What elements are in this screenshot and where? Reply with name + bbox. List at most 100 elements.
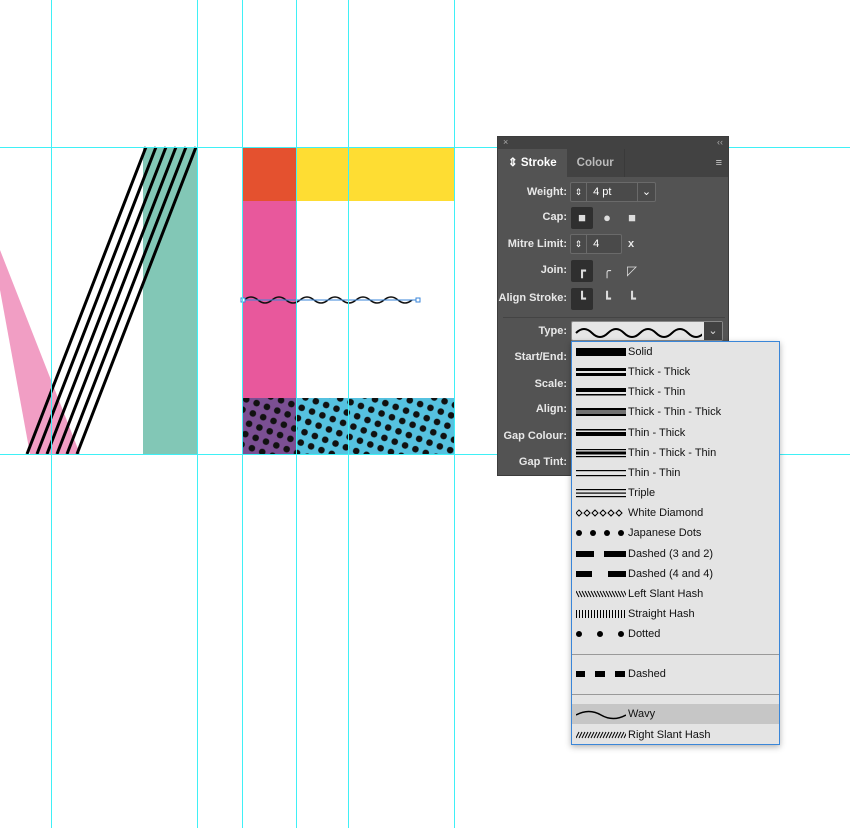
align-center-icon[interactable]: ┗: [571, 288, 593, 310]
align-stroke-label: Align Stroke:: [498, 292, 567, 304]
triple-swatch-icon: [576, 489, 626, 498]
dropdown-item[interactable]: Straight Hash: [572, 604, 779, 624]
mitre-suffix: x: [628, 238, 635, 250]
weight-row: Weight: ⇕ 4 pt ⌄: [498, 182, 730, 204]
dropdown-item[interactable]: Wavy: [572, 704, 779, 725]
dropdown-item[interactable]: Thin - Thick - Thin: [572, 443, 779, 463]
ttt-swatch-icon: [576, 408, 626, 417]
dropdown-item[interactable]: Dashed (3 and 2): [572, 544, 779, 564]
letter-v: [0, 146, 198, 455]
dropdown-item[interactable]: Thick - Thin: [572, 382, 779, 402]
tk-swatch-icon: [576, 388, 626, 396]
d32-swatch-icon: [576, 550, 626, 557]
weight-field[interactable]: ⇕ 4 pt ⌄: [570, 182, 656, 202]
jdots-swatch-icon: [576, 530, 624, 537]
dropdown-item-label: Dashed (4 and 4): [628, 567, 713, 580]
align-inside-icon[interactable]: ┗: [596, 288, 618, 310]
tn-swatch-icon: [576, 428, 626, 436]
dropdown-item-label: Straight Hash: [628, 607, 695, 620]
dropdown-item-label: Wavy: [628, 708, 656, 721]
dropdown-item[interactable]: Right Slant Hash: [572, 725, 779, 745]
dropdown-item-label: Thin - Thick: [628, 426, 686, 439]
align-stroke-row: Align Stroke: ┗ ┗ ┗: [498, 288, 730, 310]
dropdown-item[interactable]: Dashed (4 and 4): [572, 564, 779, 584]
lhash-swatch-icon: [576, 590, 626, 598]
gap-tint-label: Gap Tint:: [518, 456, 567, 468]
guide-vertical[interactable]: [242, 0, 243, 828]
dropdown-item-label: Thick - Thin - Thick: [628, 406, 722, 419]
dropdown-item[interactable]: Dashed: [572, 664, 779, 684]
dropdown-item[interactable]: Japanese Dots: [572, 523, 779, 543]
dropdown-item[interactable]: Solid: [572, 342, 779, 362]
dropdown-item-label: Dashed (3 and 2): [628, 547, 713, 560]
diamond-swatch-icon: [576, 509, 623, 517]
tab-label: Stroke: [520, 157, 557, 169]
gap-colour-label: Gap Colour:: [503, 430, 567, 442]
guide-vertical[interactable]: [348, 0, 349, 828]
shash-swatch-icon: [576, 609, 625, 618]
tab-colour[interactable]: Colour: [567, 149, 625, 177]
chevron-down-icon[interactable]: ⌄: [704, 322, 722, 340]
panel-menu-icon[interactable]: ≡: [716, 157, 722, 169]
cap-row: Cap: ■ ● ■: [498, 207, 730, 229]
dropdown-item-label: Dotted: [628, 628, 661, 641]
dropdown-item[interactable]: Thin - Thin: [572, 463, 779, 483]
type-label: Type:: [538, 325, 567, 337]
stepper-icon[interactable]: ⇕: [571, 183, 587, 201]
collapse-icon[interactable]: ‹‹: [717, 137, 723, 147]
dropdown-item[interactable]: Left Slant Hash: [572, 584, 779, 604]
tnt-swatch-icon: [576, 448, 626, 457]
guide-vertical[interactable]: [197, 0, 198, 828]
round-join-icon[interactable]: ╭: [596, 260, 618, 282]
dropdown-item-label: Thick - Thick: [628, 366, 691, 379]
rhash-swatch-icon: [576, 731, 626, 738]
solid-swatch-icon: [576, 348, 626, 356]
tab-stroke[interactable]: ⇕ Stroke: [498, 149, 567, 177]
type-select[interactable]: ⌄: [571, 321, 723, 341]
scale-label: Scale:: [534, 378, 567, 390]
chevron-down-icon[interactable]: ⌄: [637, 183, 655, 201]
cap-label: Cap:: [542, 211, 567, 223]
dropdown-item-label: Dashed: [628, 668, 666, 681]
dotted-swatch-icon: [576, 631, 624, 638]
dropdown-item-label: Thin - Thick - Thin: [628, 446, 717, 459]
dashed-swatch-icon: [576, 671, 625, 678]
dropdown-item-label: White Diamond: [628, 507, 704, 520]
weight-label: Weight:: [526, 186, 567, 198]
type-row: Type: ⌄: [498, 321, 730, 343]
dropdown-item[interactable]: Triple: [572, 483, 779, 503]
join-label: Join:: [540, 264, 567, 276]
close-icon[interactable]: ×: [503, 137, 508, 147]
dropdown-item[interactable]: Thin - Thick: [572, 423, 779, 443]
dropdown-divider: [572, 654, 779, 655]
stroke-type-dropdown: Solid Thick - Thick Thick - Thin Thick - Th…: [571, 341, 780, 745]
round-cap-icon[interactable]: ●: [596, 207, 618, 229]
nn-swatch-icon: [576, 469, 626, 477]
wavy-preview-icon: [575, 328, 705, 338]
projecting-cap-icon[interactable]: ■: [621, 207, 643, 229]
dropdown-item-label: Japanese Dots: [628, 527, 702, 540]
stepper-icon[interactable]: ⇕: [571, 235, 587, 253]
butt-cap-icon[interactable]: ■: [571, 207, 593, 229]
mitre-value: 4: [593, 238, 600, 250]
dropdown-item-label: Solid: [628, 346, 653, 358]
align-outside-icon[interactable]: ┗: [621, 288, 643, 310]
guide-vertical[interactable]: [454, 0, 455, 828]
dropdown-item[interactable]: Thick - Thick: [572, 362, 779, 382]
dropdown-item[interactable]: Thick - Thin - Thick: [572, 402, 779, 422]
mitre-row: Mitre Limit: ⇕ 4 x: [498, 234, 730, 256]
dropdown-item-label: Right Slant Hash: [628, 728, 711, 741]
join-row: Join: ┏ ╭ ◸: [498, 260, 730, 282]
mitre-join-icon[interactable]: ┏: [571, 260, 593, 282]
mitre-field[interactable]: ⇕ 4: [570, 234, 622, 254]
dropdown-item[interactable]: Dotted: [572, 624, 779, 644]
bevel-join-icon[interactable]: ◸: [621, 260, 643, 282]
dropdown-item-label: Thin - Thin: [628, 466, 681, 479]
mitre-label: Mitre Limit:: [507, 238, 567, 250]
guide-vertical[interactable]: [296, 0, 297, 828]
guide-vertical[interactable]: [51, 0, 52, 828]
weight-value: 4 pt: [593, 186, 612, 198]
dropdown-item-label: Thick - Thin: [628, 386, 686, 399]
divider: [503, 317, 725, 318]
dropdown-item[interactable]: White Diamond: [572, 503, 779, 523]
